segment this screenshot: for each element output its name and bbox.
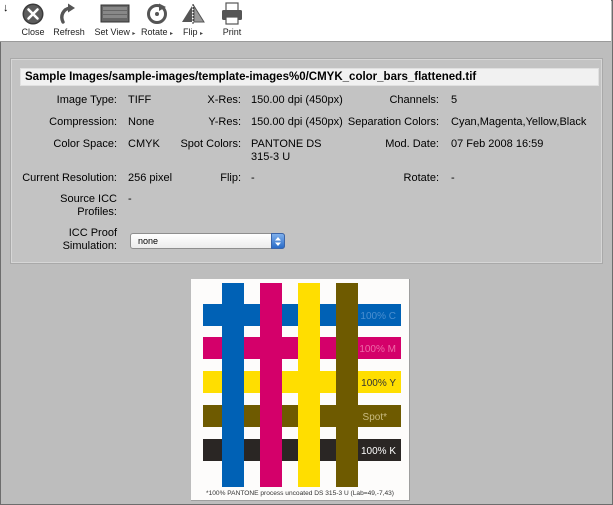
flip-info-value: - <box>251 172 255 184</box>
close-button[interactable]: Close <box>18 2 48 37</box>
image-info-panel: Sample Images/sample-images/template-ima… <box>10 58 603 264</box>
color-space-label: Color Space: <box>53 138 117 150</box>
separation-colors-value: Cyan,Magenta,Yellow,Black <box>451 116 587 128</box>
icc-proof-simulation-select[interactable]: none <box>130 233 285 249</box>
set-view-label: Set View <box>94 27 130 37</box>
collapse-arrow-icon[interactable]: ↓ <box>3 2 13 14</box>
color-bars-image: 100% C 100% M 100% Y Spot* 100% K *100% … <box>203 283 401 497</box>
spot-colors-value-line2: 315-3 U <box>251 151 291 163</box>
bar-label-magenta: 100% M <box>359 344 396 355</box>
x-res-label: X-Res: <box>207 94 241 106</box>
bar-label-spot: Spot* <box>363 412 388 423</box>
source-icc-label-line1: Source ICC <box>60 193 117 205</box>
compression-value: None <box>128 116 155 128</box>
print-label: Print <box>222 27 242 37</box>
bar-label-black: 100% K <box>361 446 396 457</box>
vbar-spot <box>336 283 358 487</box>
separation-colors-label: Separation Colors: <box>347 116 439 128</box>
current-resolution-value: 256 pixel <box>128 172 173 184</box>
color-space-value: CMYK <box>128 138 160 150</box>
rotate-info-label: Rotate: <box>403 172 439 184</box>
x-res-value: 150.00 dpi (450px) <box>251 94 343 106</box>
source-icc-label-line2: Profiles: <box>77 206 117 218</box>
vbar-cyan <box>222 283 244 487</box>
y-res-label: Y-Res: <box>208 116 241 128</box>
preview-footnote: *100% PANTONE process uncoated DS 315-3 … <box>206 490 394 497</box>
refresh-button[interactable]: Refresh <box>50 2 88 37</box>
source-icc-value: - <box>128 193 132 205</box>
set-view-menu-arrow-icon: ▸ <box>132 31 136 37</box>
rotate-button[interactable]: Rotate ▸ <box>140 2 174 37</box>
file-path-title: Sample Images/sample-images/template-ima… <box>20 68 599 86</box>
select-arrows-icon <box>271 233 285 249</box>
bar-label-yellow: 100% Y <box>361 378 396 389</box>
set-view-button[interactable]: Set View ▸ <box>93 2 137 37</box>
bar-label-cyan: 100% C <box>360 311 396 322</box>
image-preview: 100% C 100% M 100% Y Spot* 100% K *100% … <box>191 279 410 501</box>
flip-info-label: Flip: <box>220 172 241 184</box>
vbar-yellow <box>298 283 320 487</box>
printer-icon <box>222 2 242 25</box>
flip-menu-arrow-icon: ▸ <box>200 31 204 37</box>
icc-proof-label-line2: Simulation: <box>62 240 117 252</box>
close-label: Close <box>21 27 45 37</box>
icc-proof-label-line1: ICC Proof <box>68 227 117 239</box>
icc-proof-selected-value: none <box>138 236 159 246</box>
rotate-icon <box>147 3 167 24</box>
channels-value: 5 <box>451 94 458 106</box>
toolbar: ↓ Close Refresh Set View ▸ Rotate ▸ Flip… <box>0 0 611 42</box>
print-button[interactable]: Print <box>218 2 246 37</box>
flip-icon <box>182 4 205 24</box>
spot-colors-label: Spot Colors: <box>180 138 241 150</box>
channels-label: Channels: <box>389 94 439 106</box>
current-resolution-label: Current Resolution: <box>22 172 117 184</box>
image-type-value: TIFF <box>128 94 152 106</box>
spot-colors-value-line1: PANTONE DS <box>251 138 322 150</box>
close-icon <box>22 3 44 25</box>
refresh-icon <box>60 3 75 24</box>
flip-label: Flip <box>182 27 198 37</box>
mod-date-label: Mod. Date: <box>385 138 439 150</box>
vbar-magenta <box>260 283 282 487</box>
rotate-label: Rotate <box>140 27 168 37</box>
mod-date-value: 07 Feb 2008 16:59 <box>451 138 544 150</box>
set-view-icon <box>100 4 130 23</box>
compression-label: Compression: <box>49 116 117 128</box>
rotate-menu-arrow-icon: ▸ <box>170 31 174 37</box>
image-type-label: Image Type: <box>56 94 117 106</box>
y-res-value: 150.00 dpi (450px) <box>251 116 343 128</box>
rotate-info-value: - <box>451 172 455 184</box>
flip-button[interactable]: Flip ▸ <box>179 2 207 37</box>
refresh-label: Refresh <box>53 27 85 37</box>
